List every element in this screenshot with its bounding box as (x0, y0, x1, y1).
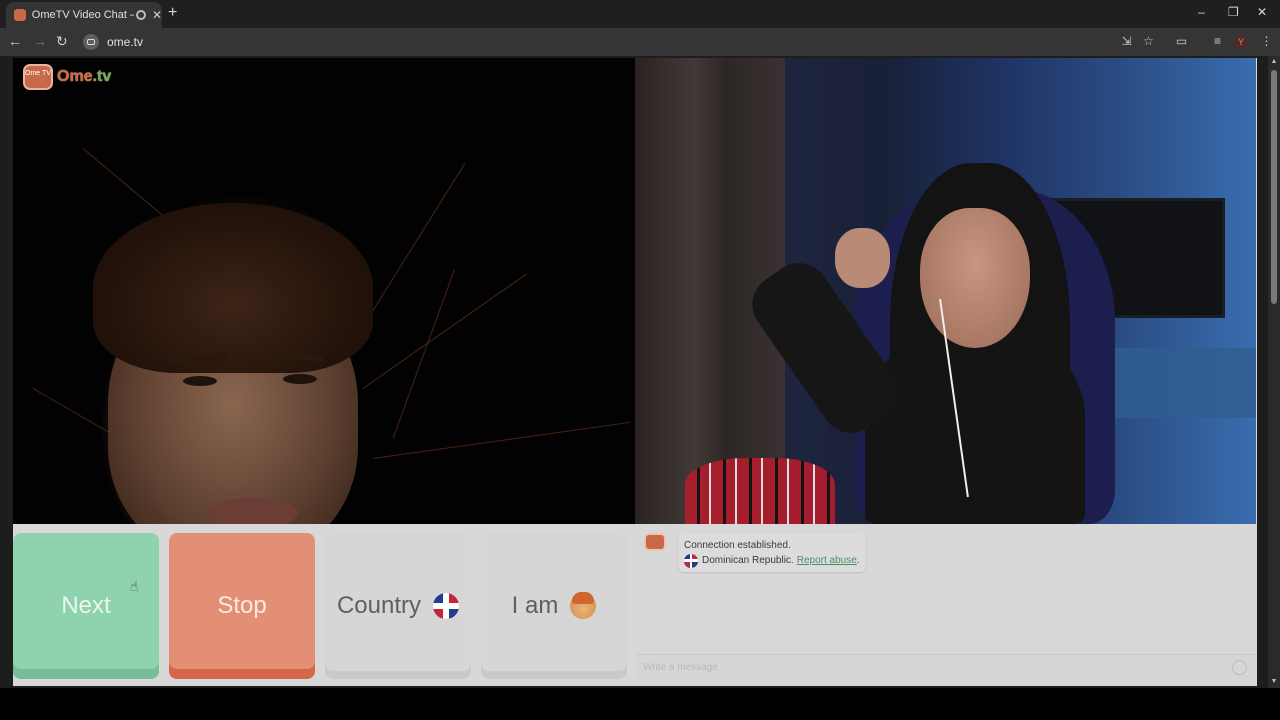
iam-label: I am (511, 592, 559, 619)
ometv-favicon-icon (14, 9, 26, 21)
tab-close-icon[interactable]: ✕ (152, 8, 162, 22)
media-controls-icon[interactable]: ≡ (1211, 35, 1224, 48)
profile-avatar[interactable]: Y (1234, 35, 1248, 49)
connection-status: Connection established. (684, 540, 791, 551)
browser-tab[interactable]: OmeTV Video Chat — Ome ✕ (6, 2, 162, 28)
report-abuse-link[interactable]: Report abuse (797, 553, 857, 568)
side-panel-icon[interactable]: ▭ (1175, 35, 1188, 48)
chat-logo-icon (644, 533, 666, 551)
menu-kebab-icon[interactable]: ⋮ (1260, 35, 1273, 48)
country-button[interactable]: Country (325, 533, 471, 679)
browser-tab-bar: OmeTV Video Chat — Ome ✕ + – ❐ ✕ (0, 0, 1280, 28)
ometv-logo[interactable]: Ome TV Ome.tv (23, 64, 111, 90)
minimize-button[interactable]: – (1198, 5, 1205, 19)
forward-icon[interactable]: → (33, 33, 47, 49)
message-input[interactable]: Write a message (635, 654, 1256, 680)
browser-toolbar: ← → ↻ ome.tv ⇲ ☆ ▭ ≡ Y ⋮ (0, 28, 1280, 56)
stop-button[interactable]: Stop (169, 533, 315, 679)
scroll-up-icon[interactable]: ▲ (1270, 58, 1278, 65)
scroll-thumb[interactable] (1271, 70, 1277, 304)
restore-button[interactable]: ❐ (1228, 5, 1239, 19)
country-label: Country (336, 592, 422, 619)
partner-country: Dominican Republic. (702, 555, 794, 566)
scroll-down-icon[interactable]: ▼ (1270, 678, 1278, 685)
next-label: Next (61, 592, 111, 619)
letterbox-bottom (0, 688, 1280, 720)
address-bar[interactable]: ome.tv (80, 31, 1168, 53)
remote-video (635, 58, 1256, 524)
stop-label: Stop (217, 592, 267, 619)
new-tab-button[interactable]: + (168, 4, 177, 22)
tab-title: OmeTV Video Chat — Ome (31, 9, 134, 21)
local-video (13, 58, 635, 524)
back-icon[interactable]: ← (8, 33, 22, 49)
install-app-icon[interactable]: ⇲ (1120, 35, 1133, 48)
dominican-flag-icon (433, 593, 460, 619)
logo-tld: tv (97, 68, 112, 85)
dominican-flag-icon (684, 553, 698, 568)
logo-text: Ome.tv (57, 68, 111, 86)
url-text: ome.tv (107, 35, 144, 49)
system-message: Connection established. Dominican Republ… (678, 534, 866, 572)
next-button[interactable]: Next (13, 533, 159, 679)
emoji-icon[interactable] (1232, 660, 1247, 675)
logo-name: Ome (57, 68, 93, 85)
page-scrollbar[interactable]: ▲ ▼ (1268, 56, 1280, 688)
reload-icon[interactable]: ↻ (56, 33, 68, 50)
close-window-button[interactable]: ✕ (1257, 5, 1267, 19)
site-info-icon[interactable] (83, 34, 99, 50)
report-trail: . (856, 555, 860, 566)
audio-playing-icon[interactable] (136, 10, 146, 20)
boy-avatar-icon (570, 592, 597, 619)
iam-button[interactable]: I am (481, 533, 627, 679)
mouse-cursor-icon: ☝ (130, 578, 139, 594)
tv-logo-icon: Ome TV (23, 64, 53, 90)
bookmark-star-icon[interactable]: ☆ (1142, 35, 1155, 48)
